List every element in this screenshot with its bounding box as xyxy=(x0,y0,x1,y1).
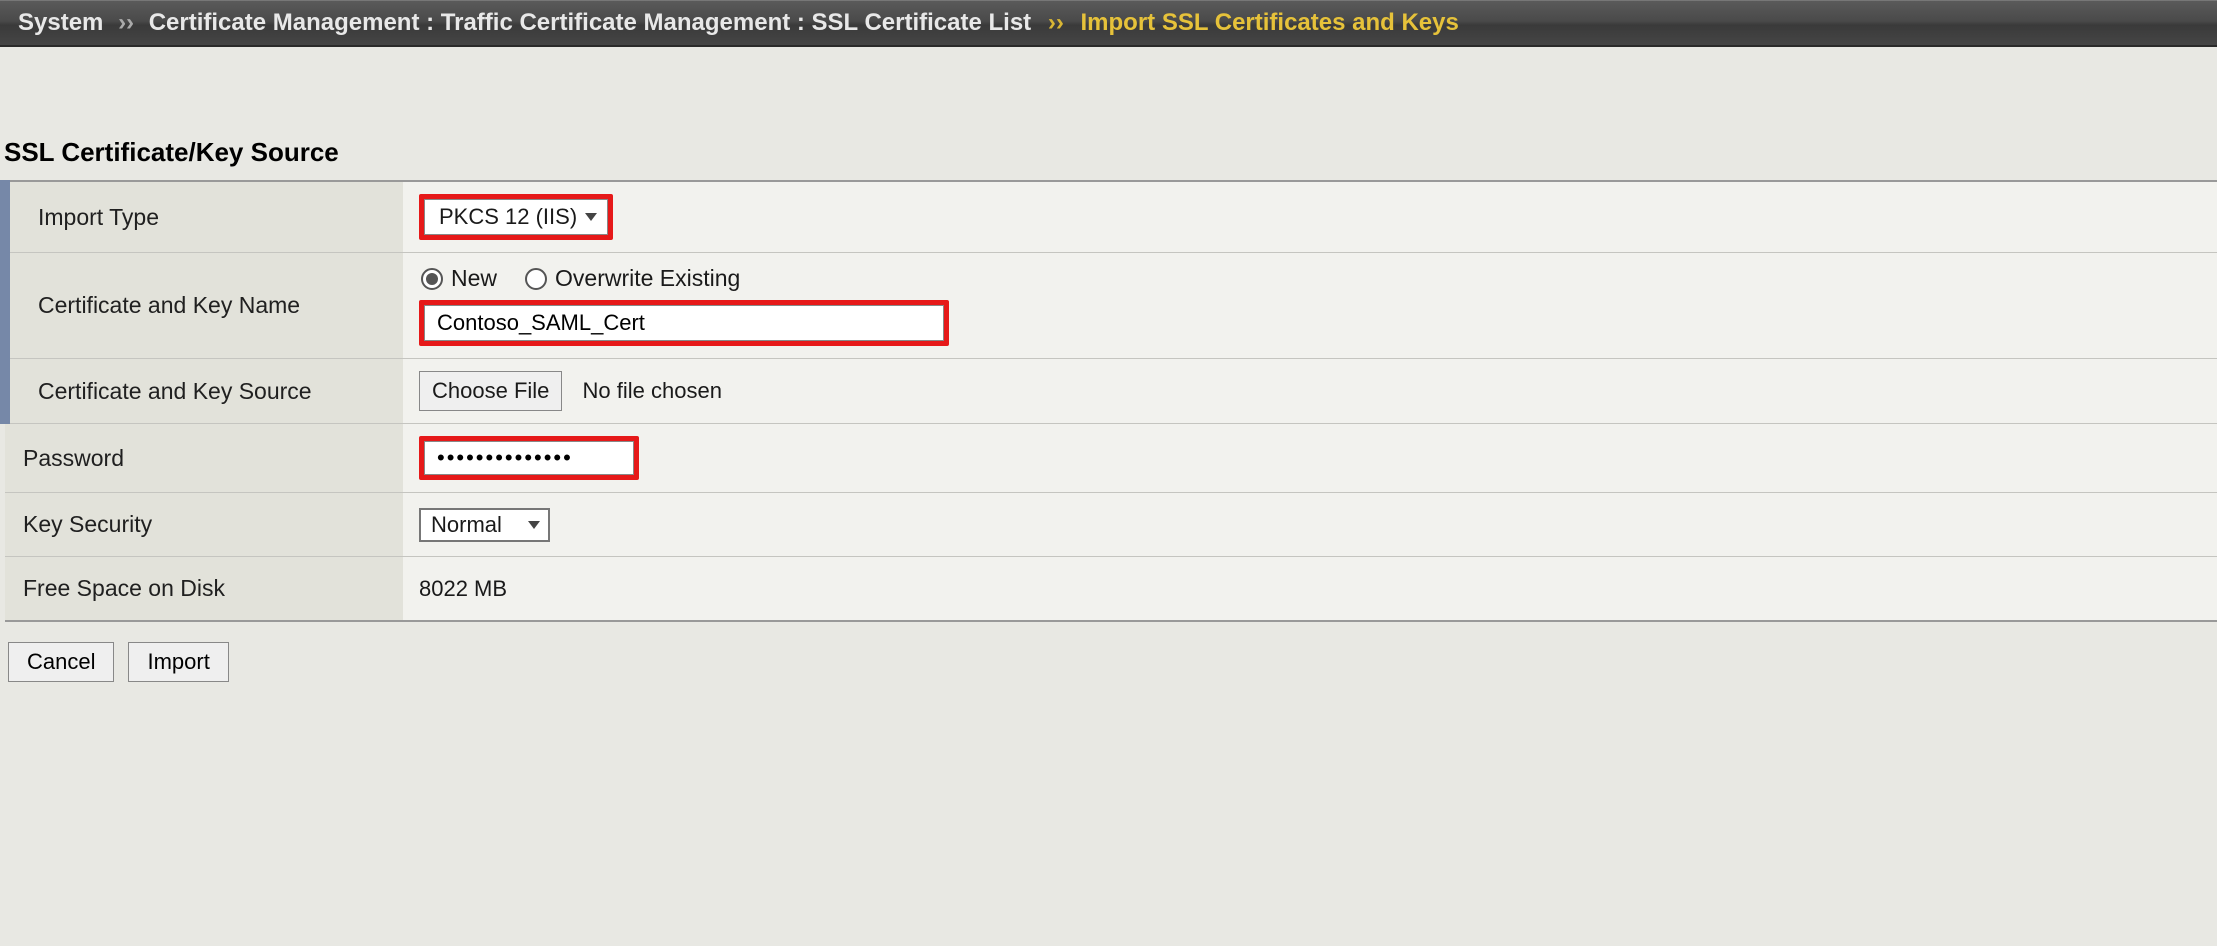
password-input[interactable] xyxy=(424,441,634,475)
breadcrumb-current: Import SSL Certificates and Keys xyxy=(1081,9,1459,36)
key-security-value: Normal xyxy=(431,512,502,538)
highlight-password xyxy=(419,436,639,480)
row-cert-key-source: Certificate and Key Source Choose File N… xyxy=(5,359,2217,424)
breadcrumb-separator: ›› xyxy=(1038,9,1074,36)
row-password: Password xyxy=(5,424,2217,493)
label-key-security: Key Security xyxy=(5,493,403,557)
chevron-down-icon xyxy=(585,213,597,221)
section-title: SSL Certificate/Key Source xyxy=(0,137,2217,180)
breadcrumb-separator: ›› xyxy=(110,9,142,36)
footer-buttons: Cancel Import xyxy=(0,622,2217,682)
radio-overwrite[interactable] xyxy=(525,268,547,290)
free-space-value: 8022 MB xyxy=(419,576,507,601)
radio-new[interactable] xyxy=(421,268,443,290)
row-import-type: Import Type PKCS 12 (IIS) xyxy=(5,181,2217,253)
highlight-cert-name xyxy=(419,300,949,346)
radio-new-label: New xyxy=(451,265,497,292)
key-security-select[interactable]: Normal xyxy=(419,508,550,542)
breadcrumb: System ›› Certificate Management : Traff… xyxy=(0,0,2217,47)
highlight-import-type: PKCS 12 (IIS) xyxy=(419,194,613,240)
import-button[interactable]: Import xyxy=(128,642,228,682)
label-import-type: Import Type xyxy=(5,181,403,253)
label-password: Password xyxy=(5,424,403,493)
choose-file-button[interactable]: Choose File xyxy=(419,371,562,411)
chevron-down-icon xyxy=(528,521,540,529)
label-cert-key-source: Certificate and Key Source xyxy=(5,359,403,424)
label-cert-key-name: Certificate and Key Name xyxy=(5,253,403,359)
file-chosen-status: No file chosen xyxy=(583,378,722,403)
cert-key-name-input[interactable] xyxy=(424,305,944,341)
label-free-space: Free Space on Disk xyxy=(5,557,403,622)
row-cert-key-name: Certificate and Key Name New Overwrite E… xyxy=(5,253,2217,359)
cert-name-mode-radios: New Overwrite Existing xyxy=(419,265,2201,292)
row-key-security: Key Security Normal xyxy=(5,493,2217,557)
breadcrumb-cert-list[interactable]: Certificate Management : Traffic Certifi… xyxy=(149,9,1031,36)
radio-overwrite-label: Overwrite Existing xyxy=(555,265,740,292)
breadcrumb-system[interactable]: System xyxy=(18,9,103,36)
row-free-space: Free Space on Disk 8022 MB xyxy=(5,557,2217,622)
import-type-value: PKCS 12 (IIS) xyxy=(439,204,577,230)
form-table: Import Type PKCS 12 (IIS) Certificate an… xyxy=(0,180,2217,622)
cancel-button[interactable]: Cancel xyxy=(8,642,114,682)
import-type-select[interactable]: PKCS 12 (IIS) xyxy=(424,199,608,235)
